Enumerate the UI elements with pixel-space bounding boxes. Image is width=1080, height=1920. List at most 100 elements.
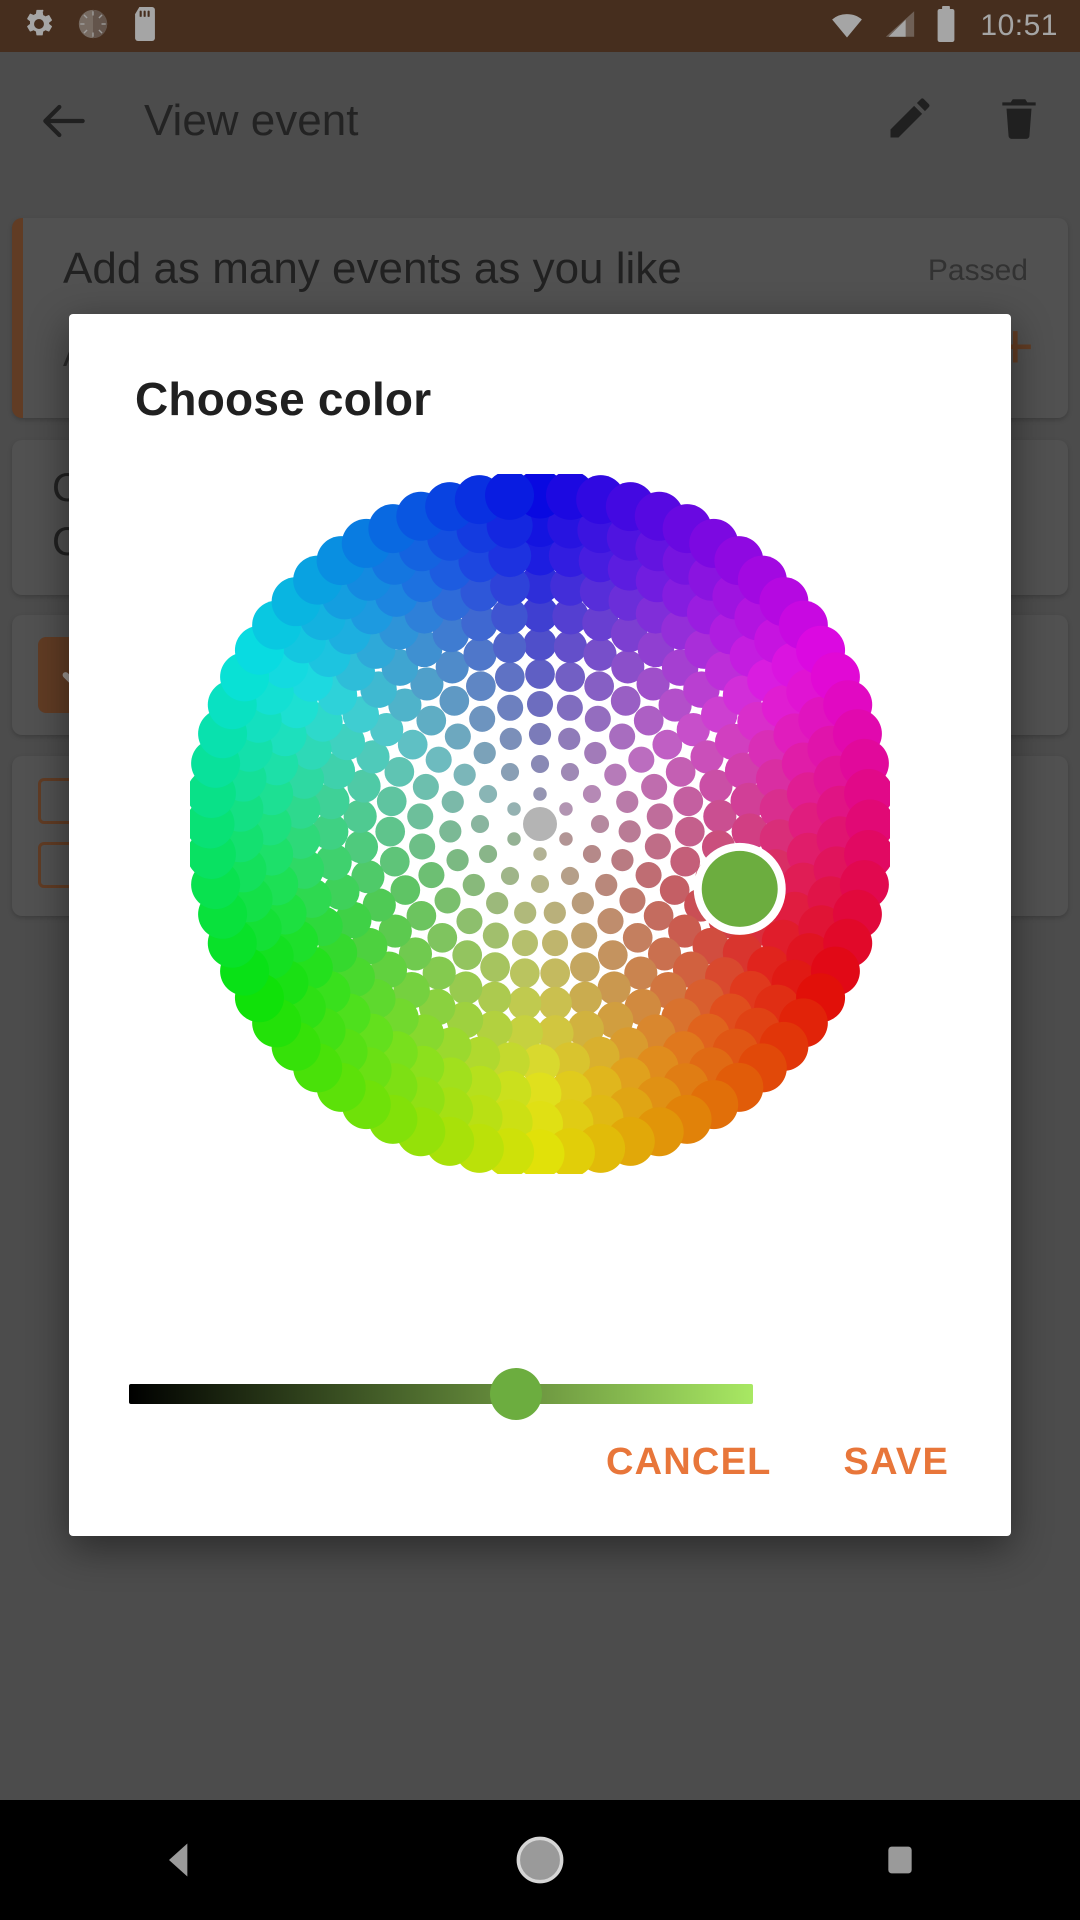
color-swatch[interactable]: [409, 833, 436, 860]
color-swatch[interactable]: [452, 940, 483, 970]
nav-recents-square-icon[interactable]: [845, 1800, 955, 1920]
color-swatch[interactable]: [590, 814, 610, 834]
color-swatch[interactable]: [635, 862, 662, 889]
color-swatch[interactable]: [446, 849, 469, 872]
color-swatch[interactable]: [597, 971, 631, 1005]
color-swatch[interactable]: [610, 686, 641, 716]
color-swatch[interactable]: [384, 757, 415, 787]
color-swatch[interactable]: [560, 866, 580, 886]
color-swatch[interactable]: [604, 763, 627, 786]
color-wheel[interactable]: [69, 474, 1011, 1274]
color-swatch[interactable]: [533, 787, 547, 801]
color-swatch[interactable]: [673, 786, 704, 817]
color-swatch[interactable]: [480, 952, 510, 982]
color-swatch[interactable]: [609, 723, 636, 750]
color-swatch[interactable]: [533, 847, 547, 861]
color-swatch[interactable]: [628, 746, 655, 773]
color-swatch[interactable]: [528, 722, 552, 746]
color-swatch[interactable]: [494, 662, 525, 692]
color-swatch[interactable]: [478, 844, 498, 864]
color-swatch[interactable]: [646, 803, 673, 830]
color-swatch[interactable]: [507, 802, 521, 816]
color-swatch[interactable]: [530, 874, 550, 894]
color-swatch[interactable]: [375, 816, 406, 847]
color-swatch[interactable]: [478, 784, 498, 804]
color-swatch[interactable]: [542, 930, 569, 957]
color-swatch[interactable]: [597, 940, 628, 970]
color-swatch[interactable]: [434, 887, 461, 914]
color-swatch[interactable]: [584, 741, 607, 765]
color-swatch[interactable]: [507, 832, 521, 846]
color-swatch[interactable]: [499, 727, 522, 750]
color-swatch[interactable]: [511, 930, 538, 957]
color-swatch[interactable]: [611, 849, 634, 872]
color-swatch[interactable]: [462, 873, 485, 897]
brightness-slider[interactable]: [69, 1354, 1011, 1434]
nav-back-triangle-icon[interactable]: [125, 1800, 235, 1920]
color-swatch[interactable]: [523, 627, 557, 661]
color-swatch[interactable]: [555, 662, 586, 692]
color-swatch[interactable]: [618, 820, 641, 843]
color-swatch[interactable]: [418, 862, 445, 889]
color-swatch[interactable]: [530, 754, 550, 774]
color-swatch[interactable]: [470, 814, 490, 834]
color-swatch[interactable]: [595, 873, 618, 897]
color-wheel-svg[interactable]: [190, 474, 890, 1174]
color-swatch[interactable]: [469, 705, 496, 732]
color-swatch[interactable]: [376, 786, 407, 817]
color-swatch[interactable]: [582, 844, 602, 864]
color-swatch[interactable]: [441, 790, 464, 814]
color-swatch[interactable]: [665, 757, 696, 787]
color-swatch[interactable]: [597, 908, 624, 935]
color-swatch-center[interactable]: [523, 807, 557, 841]
cancel-button[interactable]: CANCEL: [600, 1431, 778, 1494]
color-swatch[interactable]: [514, 901, 537, 924]
color-swatch[interactable]: [407, 803, 434, 830]
color-swatch[interactable]: [509, 958, 540, 989]
color-swatch[interactable]: [633, 705, 664, 736]
color-swatch[interactable]: [456, 908, 483, 935]
color-swatch[interactable]: [412, 773, 439, 800]
color-swatch[interactable]: [463, 637, 497, 671]
nav-home-circle-icon[interactable]: [485, 1800, 595, 1920]
color-swatch[interactable]: [571, 922, 598, 949]
color-swatch[interactable]: [478, 981, 512, 1015]
color-swatch[interactable]: [497, 694, 524, 721]
brightness-slider-thumb[interactable]: [489, 1368, 542, 1420]
color-swatch[interactable]: [425, 746, 452, 773]
color-swatch[interactable]: [466, 671, 496, 702]
color-swatch[interactable]: [571, 892, 594, 915]
color-swatch[interactable]: [538, 986, 572, 1020]
color-swatch[interactable]: [482, 922, 509, 949]
color-swatch[interactable]: [570, 952, 600, 982]
color-swatch[interactable]: [453, 763, 476, 786]
color-swatch[interactable]: [439, 686, 470, 716]
color-swatch[interactable]: [558, 727, 581, 750]
color-swatch[interactable]: [427, 922, 458, 953]
color-swatch[interactable]: [500, 866, 520, 886]
color-swatch[interactable]: [439, 820, 462, 843]
color-swatch[interactable]: [540, 958, 571, 989]
color-swatch[interactable]: [582, 784, 602, 804]
color-swatch[interactable]: [616, 790, 639, 814]
color-swatch[interactable]: [641, 773, 668, 800]
color-swatch[interactable]: [525, 659, 555, 689]
brightness-slider-track[interactable]: [129, 1384, 753, 1404]
color-swatch[interactable]: [492, 630, 527, 664]
color-swatch[interactable]: [559, 802, 573, 816]
color-swatch[interactable]: [556, 694, 583, 721]
color-swatch[interactable]: [622, 922, 653, 953]
color-swatch[interactable]: [559, 832, 573, 846]
color-swatch[interactable]: [526, 690, 554, 718]
color-swatch[interactable]: [379, 846, 410, 877]
color-swatch[interactable]: [473, 741, 496, 765]
color-swatch[interactable]: [500, 762, 520, 782]
color-swatch[interactable]: [670, 846, 701, 877]
selected-color-swatch[interactable]: [701, 850, 778, 927]
color-swatch[interactable]: [644, 833, 671, 860]
color-swatch[interactable]: [508, 986, 542, 1020]
color-swatch[interactable]: [486, 892, 509, 915]
color-swatch[interactable]: [584, 705, 611, 732]
color-swatch[interactable]: [444, 723, 471, 750]
color-swatch[interactable]: [584, 671, 614, 702]
